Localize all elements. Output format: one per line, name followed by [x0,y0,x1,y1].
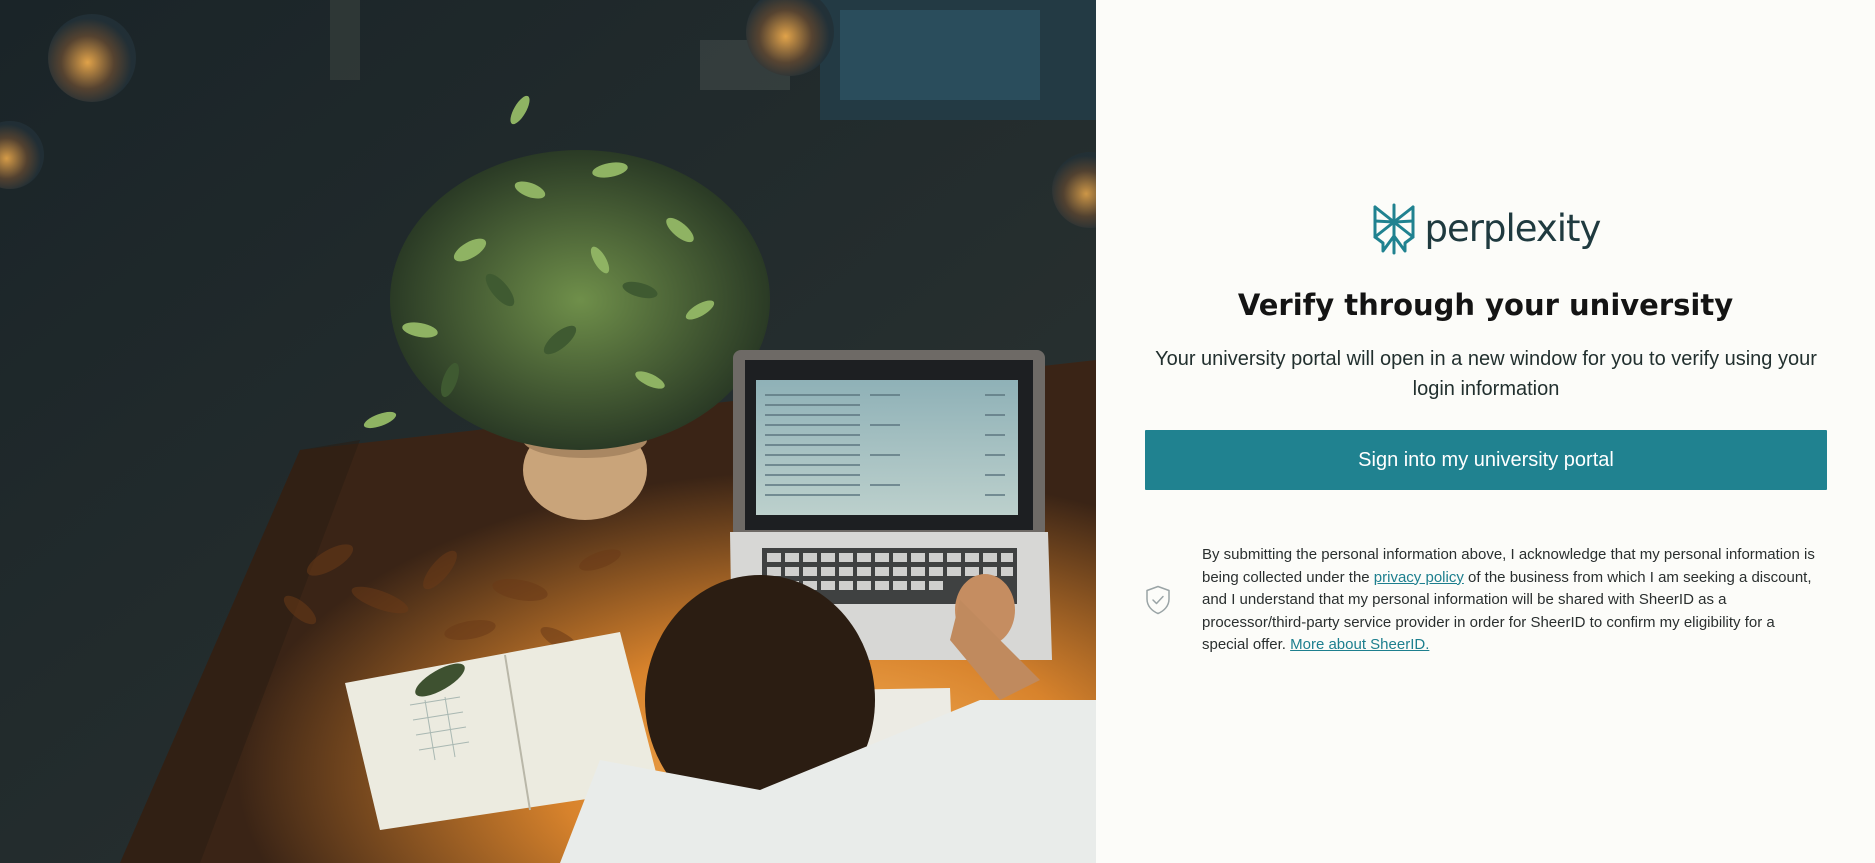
shield-check-icon [1145,585,1201,615]
privacy-policy-link[interactable]: privacy policy [1374,569,1464,586]
page-subtitle: Your university portal will open in a ne… [1155,348,1817,400]
page-title: Verify through your university [1237,288,1734,322]
hero-illustration [0,0,1096,863]
brand-wordmark: perplexity [1424,207,1602,250]
sign-in-portal-button[interactable]: Sign into my university portal [1145,430,1827,490]
consent-text: By submitting the personal information a… [1202,544,1819,657]
perplexity-logo-icon [1373,203,1415,255]
verification-panel: perplexity Verify through your universit… [1096,0,1875,863]
more-about-sheerid-link[interactable]: More about SheerID. [1290,636,1429,653]
brand-logo: perplexity [1096,203,1875,255]
verification-page: perplexity Verify through your universit… [0,0,1875,863]
consent-notice: By submitting the personal information a… [1145,544,1835,657]
